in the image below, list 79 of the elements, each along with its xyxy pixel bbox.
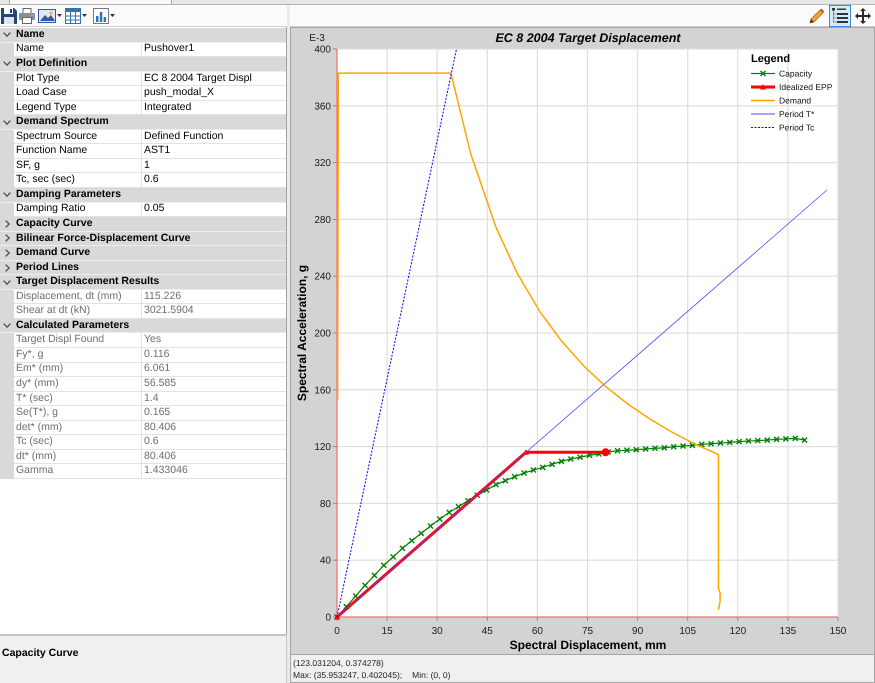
property-label: Name: [14, 42, 142, 58]
x-tick-label: 30: [432, 626, 443, 637]
property-label: Damping Ratio: [14, 202, 142, 218]
property-label: T* (sec): [14, 392, 142, 406]
y-tick-label: 320: [314, 158, 331, 170]
y-tick-label: 400: [314, 44, 331, 56]
legend-label: Period T*: [779, 109, 814, 119]
y-axis-title: Spectral Acceleration, g: [295, 264, 309, 402]
property-label: dt* (mm): [14, 450, 142, 464]
property-value: 3021.5904: [142, 304, 286, 319]
y-tick-label: 80: [320, 498, 331, 510]
y-tick-label: 160: [314, 385, 331, 396]
property-value: 0.6: [142, 435, 286, 450]
x-tick-label: 105: [679, 626, 696, 637]
min-extents: Min: (0, 0): [412, 669, 450, 681]
x-tick-label: 15: [382, 626, 393, 637]
property-label: Tc, sec (sec): [14, 173, 142, 188]
legend-title: Legend: [751, 53, 790, 65]
x-tick-label: 120: [729, 626, 746, 637]
property-value: 1.433046: [142, 464, 286, 479]
cursor-coordinates: (123.031204, 0.374278): [293, 657, 385, 669]
property-label: Legend Type: [14, 100, 142, 116]
property-label: Load Case: [14, 86, 142, 101]
legend-label: Demand: [779, 96, 812, 106]
y-tick-label: 240: [314, 272, 331, 283]
x-tick-label: 75: [582, 626, 594, 637]
property-label: Tc (sec): [14, 435, 142, 450]
section-title: Calculated Parameters: [16, 318, 130, 333]
x-tick-label: 135: [780, 626, 796, 637]
y-tick-label: 120: [314, 442, 331, 454]
x-tick-label: 45: [482, 626, 493, 637]
section-title: Period Lines: [16, 260, 80, 275]
legend-label: Idealized EPP: [779, 82, 832, 92]
y-tick-label: 200: [314, 328, 331, 340]
property-label: Function Name: [14, 144, 142, 159]
property-label: Displacement, dt (mm): [14, 290, 142, 304]
property-value: 6.061: [142, 362, 286, 378]
x-tick-label: 0: [334, 626, 340, 637]
x-tick-label: 60: [532, 626, 543, 637]
section-title: Demand Curve: [16, 245, 90, 260]
section-title: Damping Parameters: [16, 186, 122, 202]
legend-label: Period Tc: [779, 122, 814, 132]
property-value: 1.4: [142, 392, 286, 406]
property-label: det* (mm): [14, 420, 142, 436]
property-label: Plot Type: [14, 72, 142, 86]
axis-multiplier-label: E-3: [309, 33, 325, 44]
property-label: Em* (mm): [14, 362, 142, 378]
description-title: Capacity Curve: [2, 647, 78, 659]
chart-title: EC 8 2004 Target Displacement: [495, 31, 681, 45]
property-label: Spectrum Source: [14, 130, 142, 144]
property-value: 0.165: [142, 406, 286, 421]
property-label: Target Displ Found: [14, 333, 142, 348]
y-tick-label: 280: [314, 214, 331, 226]
x-tick-label: 150: [830, 626, 846, 637]
property-value: Yes: [142, 333, 286, 348]
section-title: Demand Spectrum: [16, 114, 109, 130]
property-value: 80.406: [142, 420, 286, 436]
y-tick-label: 40: [320, 556, 331, 567]
y-tick-label: 0: [325, 612, 331, 624]
section-title: Plot Definition: [16, 56, 88, 71]
property-label: Se(T*), g: [14, 406, 142, 421]
section-title: Name: [16, 26, 45, 42]
property-value: 115.226: [142, 290, 286, 304]
property-value: 56.585: [142, 377, 286, 392]
property-label: SF, g: [14, 158, 142, 174]
x-tick-label: 90: [632, 626, 644, 637]
property-label: Gamma: [14, 464, 142, 479]
legend-label: Capacity: [779, 68, 812, 78]
y-tick-label: 360: [314, 101, 331, 112]
property-value: 0.116: [142, 348, 286, 363]
section-title: Capacity Curve: [16, 216, 92, 232]
max-extents: Max: (35.953247, 0.402045);: [293, 669, 402, 681]
section-title: Target Displacement Results: [16, 274, 160, 290]
property-label: dy* (mm): [14, 377, 142, 392]
property-label: Shear at dt (kN): [14, 304, 142, 319]
property-label: Fy*, g: [14, 348, 142, 363]
section-title: Bilinear Force-Displacement Curve: [16, 230, 190, 246]
x-axis-title: Spectral Displacement, mm: [510, 638, 666, 652]
property-value: 80.406: [142, 450, 286, 464]
